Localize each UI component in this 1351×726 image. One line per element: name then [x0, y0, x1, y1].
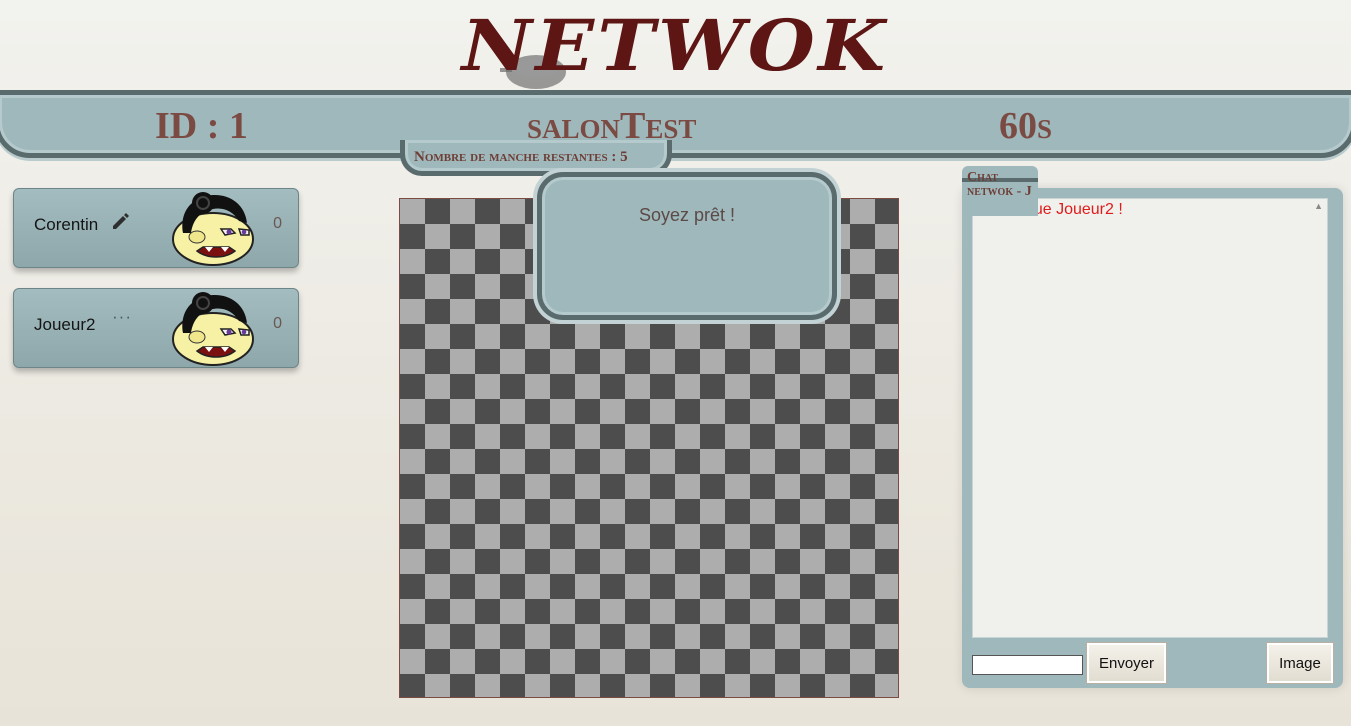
sumo-face-avatar: [172, 292, 254, 366]
chat-input[interactable]: [972, 655, 1083, 675]
rounds-remaining-tab: Nombre de manche restantes : 5: [400, 140, 672, 176]
chat-tab-title: Chat netwok - J: [967, 170, 1032, 199]
ready-popup: Soyez prêt !: [537, 172, 837, 320]
player-card: Joueur2 ··· 0: [13, 288, 299, 368]
sumo-face-avatar: [172, 192, 254, 266]
player-score: 0: [273, 215, 282, 232]
player-score: 0: [273, 315, 282, 332]
scroll-up-icon[interactable]: ▲: [1314, 201, 1323, 211]
player-name: Joueur2: [34, 315, 96, 334]
ready-message: Soyez prêt !: [638, 205, 736, 225]
send-button[interactable]: Envoyer: [1086, 642, 1167, 684]
player-card: Corentin 0: [13, 188, 299, 268]
chat-tab[interactable]: Chat netwok - J: [962, 166, 1038, 216]
chat-panel: Bienvenue Joueur2 ! ▲ Envoyer Image: [962, 188, 1343, 688]
logo-wordmark: NETWOK: [461, 4, 889, 87]
round-timer: 60s: [999, 105, 1053, 147]
image-button[interactable]: Image: [1266, 642, 1334, 684]
ellipsis-icon: ···: [112, 307, 132, 326]
player-name: Corentin: [34, 215, 99, 234]
pencil-icon: [113, 213, 129, 229]
status-banner: ID : 1 salonTest 60s: [0, 90, 1351, 158]
chat-log[interactable]: Bienvenue Joueur2 ! ▲: [972, 198, 1328, 638]
logo: NETWOK: [462, 8, 885, 89]
player-id: ID : 1: [155, 105, 248, 147]
rounds-remaining-label: Nombre de manche restantes : 5: [414, 149, 628, 165]
